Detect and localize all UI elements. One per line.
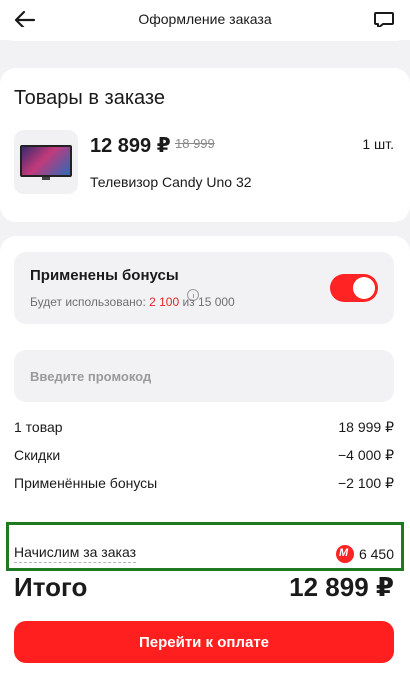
- toggle-knob: [353, 277, 375, 299]
- summary-row-items: 1 товар 18 999 ₽: [14, 419, 394, 439]
- summary-value: −4 000 ₽: [337, 447, 394, 463]
- summary-value: 18 999 ₽: [338, 419, 394, 435]
- summary-label: Скидки: [14, 447, 61, 463]
- summary-label: Применённые бонусы: [14, 475, 158, 491]
- total-row: Итого 12 899 ₽: [14, 572, 394, 604]
- product-name[interactable]: Телевизор Candy Uno 32: [90, 174, 252, 190]
- total-label: Итого: [14, 572, 88, 602]
- product-price: 12 899 ₽: [90, 135, 171, 157]
- bonus-toggle[interactable]: [330, 274, 378, 302]
- bonus-sub-mid: из: [179, 295, 199, 309]
- section-title: Товары в заказе: [14, 87, 165, 109]
- bonus-title: Применены бонусы: [30, 267, 179, 284]
- total-amount: 12 899 ₽: [289, 572, 394, 602]
- promo-code-input[interactable]: [14, 350, 394, 402]
- proceed-to-payment-button[interactable]: Перейти к оплате: [14, 621, 394, 663]
- bonus-block: Применены бонусы Будет использовано: 2 1…: [14, 252, 394, 324]
- product-old-price: 18 999: [175, 136, 215, 151]
- bonus-available-amount: 15 000: [198, 295, 235, 309]
- product-thumbnail[interactable]: [14, 130, 78, 194]
- summary-row-bonuses: Применённые бонусы −2 100 ₽: [14, 475, 394, 495]
- tv-stand: [42, 177, 50, 180]
- summary-label: 1 товар: [14, 419, 63, 435]
- order-items-card: Товары в заказе 12 899 ₽ 18 999 1 шт. Те…: [0, 68, 410, 222]
- highlight-box: [6, 522, 404, 571]
- product-quantity: 1 шт.: [362, 136, 394, 152]
- page-title: Оформление заказа: [138, 11, 272, 27]
- summary-row-discounts: Скидки −4 000 ₽: [14, 447, 394, 467]
- bonus-used-amount: 2 100: [149, 295, 180, 309]
- bonus-subtitle: Будет использовано: 2 100 из 15 000: [30, 295, 235, 309]
- bonus-sub-prefix: Будет использовано:: [30, 295, 150, 309]
- order-summary-card: Применены бонусы Будет использовано: 2 1…: [0, 236, 410, 673]
- summary-value: −2 100 ₽: [337, 475, 394, 491]
- previous-section-card: [0, 27, 410, 41]
- tv-image: [20, 145, 72, 177]
